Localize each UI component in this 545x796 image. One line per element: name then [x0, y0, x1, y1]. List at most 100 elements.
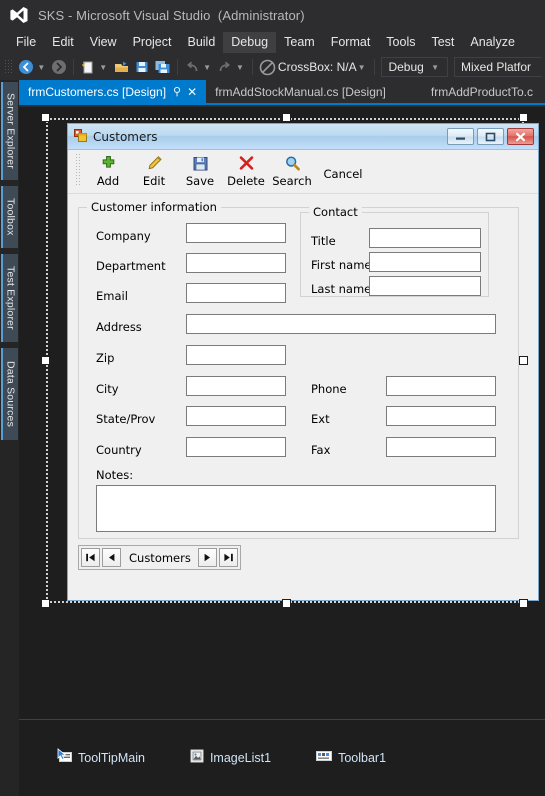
visual-studio-window: SKS - Microsoft Visual Studio (Administr…: [0, 0, 545, 796]
form-designer-surface[interactable]: Customers Add Edit Save Delete Search Ca…: [19, 107, 545, 719]
resize-handle-bottom-center[interactable]: [282, 599, 291, 608]
redo-dropdown-icon[interactable]: ▼: [235, 63, 248, 72]
move-last-icon: [224, 553, 233, 562]
menu-item-build[interactable]: Build: [179, 32, 223, 53]
notes-label: Notes:: [96, 468, 134, 482]
title-input[interactable]: [369, 228, 481, 248]
ext-input[interactable]: [386, 406, 496, 426]
new-project-icon[interactable]: [78, 56, 98, 78]
form-titlebar-buttons: [447, 128, 538, 145]
maximize-button[interactable]: [477, 128, 504, 145]
save-button[interactable]: Save: [177, 153, 223, 188]
search-button[interactable]: Search: [269, 153, 315, 188]
department-label: Department: [96, 259, 166, 273]
form-toolbar-grip[interactable]: [75, 153, 82, 187]
sidebar-item-label: Test Explorer: [4, 266, 17, 330]
minimize-button[interactable]: [447, 128, 474, 145]
menu-item-view[interactable]: View: [82, 32, 125, 53]
department-input[interactable]: [186, 253, 286, 273]
zip-input[interactable]: [186, 345, 286, 365]
city-input[interactable]: [186, 376, 286, 396]
application-titlebar: SKS - Microsoft Visual Studio (Administr…: [0, 0, 545, 30]
delete-button[interactable]: Delete: [223, 153, 269, 188]
resize-handle-middle-right[interactable]: [519, 356, 528, 365]
open-file-icon[interactable]: [111, 56, 132, 78]
sidebar-item-data-sources[interactable]: Data Sources: [1, 348, 18, 440]
tray-item-tooltip-main[interactable]: ToolTipMain: [57, 747, 145, 769]
menu-item-debug[interactable]: Debug: [223, 31, 277, 53]
resize-handle-top-right[interactable]: [519, 113, 528, 122]
tab-frm-add-stock-manual[interactable]: frmAddStockManual.cs [Design]: [206, 80, 395, 103]
pin-icon[interactable]: ⚲: [173, 85, 181, 98]
new-project-dropdown-icon[interactable]: ▼: [98, 63, 111, 72]
sidebar-item-test-explorer[interactable]: Test Explorer: [1, 254, 18, 342]
ext-label: Ext: [311, 412, 330, 426]
edit-pencil-icon: [146, 154, 163, 173]
redo-icon[interactable]: [215, 56, 235, 78]
resize-handle-bottom-left[interactable]: [41, 599, 50, 608]
zip-label: Zip: [96, 351, 115, 365]
resize-handle-bottom-right[interactable]: [519, 599, 528, 608]
tray-item-image-list1[interactable]: ImageList1: [189, 748, 271, 769]
email-input[interactable]: [186, 283, 286, 303]
address-input[interactable]: [186, 314, 496, 334]
company-input[interactable]: [186, 223, 286, 243]
phone-label: Phone: [311, 382, 347, 396]
toolbar-separator: [177, 59, 179, 75]
phone-input[interactable]: [386, 376, 496, 396]
move-next-button[interactable]: [198, 548, 217, 567]
address-label: Address: [96, 320, 142, 334]
solution-configuration-select[interactable]: Debug ▼: [381, 57, 448, 77]
add-button[interactable]: Add: [85, 153, 131, 188]
menu-item-analyze[interactable]: Analyze: [462, 32, 522, 53]
undo-dropdown-icon[interactable]: ▼: [202, 63, 215, 72]
search-button-label: Search: [272, 174, 312, 188]
menu-item-team[interactable]: Team: [276, 32, 323, 53]
save-all-icon[interactable]: [152, 56, 173, 78]
state-prov-input[interactable]: [186, 406, 286, 426]
start-debug-label[interactable]: CrossBox: N/A: [278, 60, 357, 74]
tab-frm-customers[interactable]: frmCustomers.cs [Design] ⚲ ✕: [19, 80, 207, 103]
last-name-input[interactable]: [369, 276, 481, 296]
move-previous-button[interactable]: [102, 548, 121, 567]
solution-platform-select[interactable]: Mixed Platfor: [453, 57, 542, 77]
sidebar-item-toolbox[interactable]: Toolbox: [1, 186, 18, 248]
resize-handle-top-center[interactable]: [282, 113, 291, 122]
navigate-back-dropdown-icon[interactable]: ▼: [36, 63, 49, 72]
sidebar-item-server-explorer[interactable]: Server Explorer: [1, 82, 18, 180]
customers-form[interactable]: Customers Add Edit Save Delete Search Ca…: [67, 123, 539, 601]
start-debug-dropdown-icon[interactable]: ▼: [357, 63, 370, 72]
cancel-button-label: Cancel: [323, 167, 363, 181]
resize-handle-middle-left[interactable]: [41, 356, 50, 365]
country-input[interactable]: [186, 437, 286, 457]
menu-item-project[interactable]: Project: [125, 32, 180, 53]
toolbar-grip[interactable]: [4, 59, 14, 75]
close-icon[interactable]: ✕: [187, 85, 197, 99]
tray-item-label: ToolTipMain: [78, 751, 145, 765]
notes-textarea[interactable]: [96, 485, 496, 532]
search-magnifier-icon: [284, 154, 301, 173]
move-last-button[interactable]: [219, 548, 238, 567]
navigate-back-icon[interactable]: [16, 56, 36, 78]
menu-item-edit[interactable]: Edit: [44, 32, 82, 53]
close-button[interactable]: [507, 128, 534, 145]
tray-item-label: Toolbar1: [338, 751, 387, 765]
move-first-button[interactable]: [81, 548, 100, 567]
undo-icon[interactable]: [182, 56, 202, 78]
navigate-forward-icon[interactable]: [49, 56, 69, 78]
tray-item-toolbar1[interactable]: Toolbar1: [315, 748, 386, 769]
fax-input[interactable]: [386, 437, 496, 457]
menu-item-tools[interactable]: Tools: [378, 32, 423, 53]
resize-handle-top-left[interactable]: [41, 113, 50, 122]
menu-item-file[interactable]: File: [8, 32, 44, 53]
toolbar-component-icon: [315, 748, 333, 769]
cancel-button[interactable]: Cancel: [315, 153, 371, 181]
edit-button[interactable]: Edit: [131, 153, 177, 188]
first-name-input[interactable]: [369, 252, 481, 272]
menu-item-test[interactable]: Test: [423, 32, 462, 53]
save-icon[interactable]: [132, 56, 152, 78]
start-debug-disabled-icon[interactable]: [257, 56, 278, 78]
tab-frm-add-product-to[interactable]: frmAddProductTo.c: [394, 80, 542, 103]
menu-item-format[interactable]: Format: [323, 32, 379, 53]
add-button-label: Add: [96, 174, 120, 188]
